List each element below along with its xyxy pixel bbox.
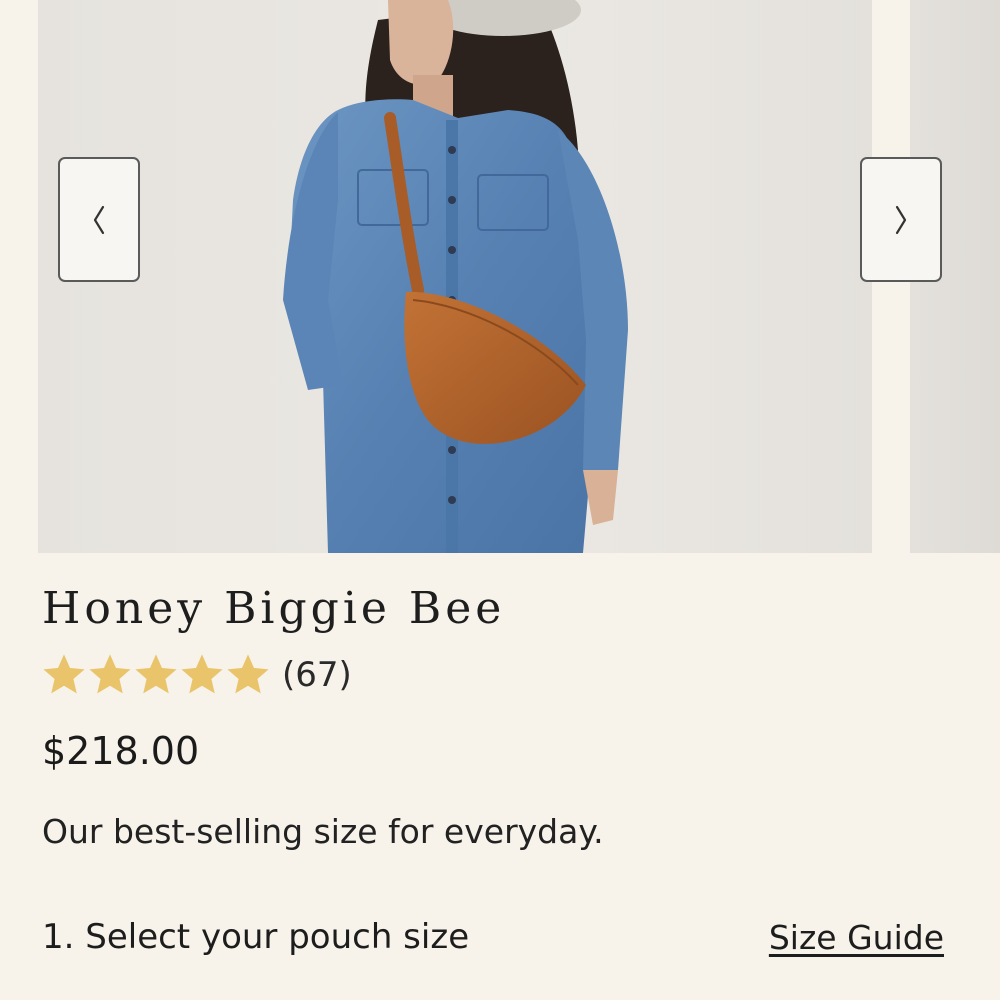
- product-photo: [38, 0, 872, 553]
- star-icon: [227, 654, 269, 694]
- size-guide-link[interactable]: Size Guide: [769, 918, 944, 957]
- star-icon: [135, 654, 177, 694]
- product-rating[interactable]: (67): [42, 650, 352, 700]
- review-count[interactable]: (67): [282, 655, 352, 695]
- chevron-right-icon: [895, 205, 907, 234]
- product-photo-illustration: [38, 0, 872, 553]
- chevron-left-icon: [93, 205, 105, 234]
- star-icon: [43, 654, 85, 694]
- product-description: Our best-selling size for everyday.: [42, 812, 604, 851]
- star-icon: [181, 654, 223, 694]
- product-price: $218.00: [42, 729, 200, 773]
- rating-stars: [42, 653, 270, 697]
- size-selection-header: 1. Select your pouch size Size Guide: [42, 910, 944, 964]
- product-image-carousel[interactable]: [0, 0, 1000, 553]
- product-page: Honey Biggie Bee (67) $218.00 Our best-s…: [0, 0, 1000, 1000]
- select-size-label: 1. Select your pouch size: [42, 917, 470, 957]
- product-title: Honey Biggie Bee: [42, 583, 506, 634]
- star-icon: [89, 654, 131, 694]
- carousel-next-button[interactable]: [860, 157, 942, 282]
- carousel-prev-button[interactable]: [58, 157, 140, 282]
